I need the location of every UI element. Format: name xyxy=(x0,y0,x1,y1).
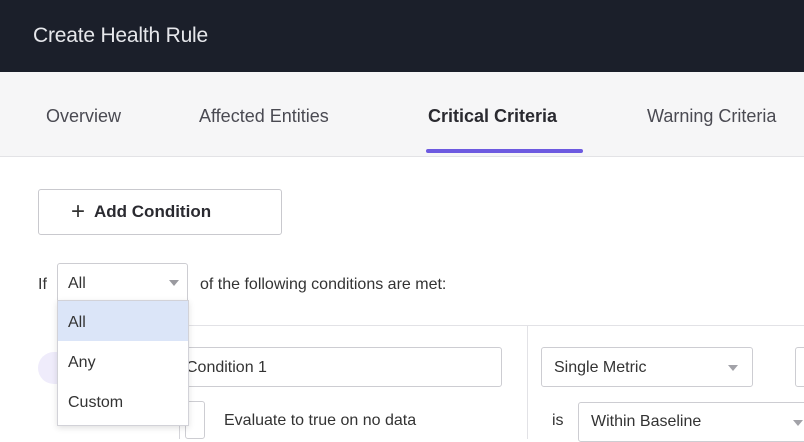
add-condition-label: Add Condition xyxy=(94,202,212,221)
evaluate-no-data-label: Evaluate to true on no data xyxy=(224,412,417,429)
dropdown-option-all[interactable]: All xyxy=(58,301,188,341)
condition-match-selected: All xyxy=(68,275,86,292)
condition-name-field[interactable]: Condition 1 xyxy=(175,347,502,387)
tab-affected-entities[interactable]: Affected Entities xyxy=(199,106,329,127)
comparison-value: Within Baseline xyxy=(591,413,702,430)
comparison-select[interactable]: Within Baseline xyxy=(578,402,804,442)
if-label: If xyxy=(38,276,47,293)
tab-bar: Overview Affected Entities Critical Crit… xyxy=(0,72,804,157)
tab-warning-criteria[interactable]: Warning Criteria xyxy=(647,106,776,127)
add-condition-button[interactable]: + Add Condition xyxy=(38,189,282,235)
condition-match-dropdown: All Any Custom xyxy=(57,300,189,426)
is-label: is xyxy=(552,412,564,429)
condition-match-suffix: of the following conditions are met: xyxy=(200,276,447,293)
dropdown-option-custom[interactable]: Custom xyxy=(58,381,188,421)
plus-icon: + xyxy=(71,198,86,225)
window-titlebar: Create Health Rule xyxy=(0,0,804,72)
chevron-down-icon xyxy=(169,280,179,286)
dropdown-option-any[interactable]: Any xyxy=(58,341,188,381)
metric-select-secondary[interactable] xyxy=(795,347,804,387)
condition-name-value: Condition 1 xyxy=(186,359,267,376)
tab-overview[interactable]: Overview xyxy=(46,106,121,127)
chevron-down-icon xyxy=(728,365,738,371)
metric-type-select[interactable]: Single Metric xyxy=(541,347,753,387)
column-divider xyxy=(527,326,528,439)
condition-match-select[interactable]: All xyxy=(57,263,188,305)
tab-critical-criteria[interactable]: Critical Criteria xyxy=(428,106,557,127)
window-title: Create Health Rule xyxy=(33,24,208,47)
chevron-down-icon xyxy=(793,420,803,426)
metric-type-value: Single Metric xyxy=(554,359,647,376)
active-tab-indicator xyxy=(426,149,583,153)
